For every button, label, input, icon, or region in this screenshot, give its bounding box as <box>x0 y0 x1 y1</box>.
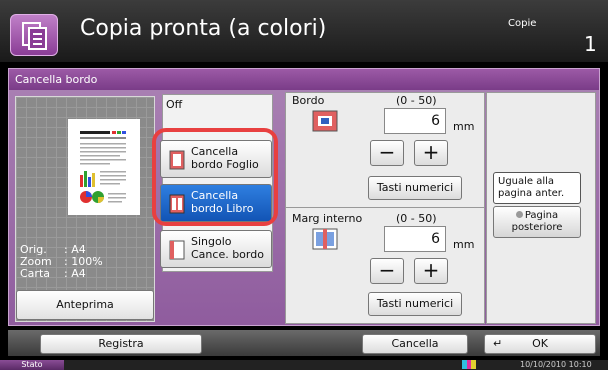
margine-value-field[interactable]: 6 <box>384 226 446 252</box>
ok-label: OK <box>532 337 548 350</box>
register-button[interactable]: Registra <box>40 334 202 354</box>
inner-margin-icon <box>312 228 338 253</box>
bordo-plus-button[interactable]: + <box>414 140 448 166</box>
highlight-ring <box>152 128 278 226</box>
screen: Copia pronta (a colori) Copie 1 Cancella… <box>0 0 608 370</box>
margine-plus-button[interactable]: + <box>414 258 448 284</box>
section-title-bar: Cancella bordo <box>8 68 600 90</box>
bordo-label: Bordo <box>292 94 325 107</box>
border-icon <box>312 110 338 135</box>
page-title: Copia pronta (a colori) <box>80 16 327 41</box>
status-bar <box>0 360 608 370</box>
bordo-range: (0 - 50) <box>396 94 437 107</box>
option-off[interactable]: Off <box>166 98 182 111</box>
ok-button[interactable]: ↵ OK <box>484 334 596 354</box>
bordo-minus-button[interactable]: − <box>370 140 404 166</box>
datetime: 10/10/2010 10:10 <box>520 360 592 369</box>
status-button[interactable]: Stato <box>0 360 64 370</box>
margine-unit: mm <box>453 238 475 251</box>
preview-info: Orig.: A4 Zoom: 100% Carta : A4 <box>16 243 154 280</box>
margine-label: Marg interno <box>292 212 363 225</box>
preview-pane: Orig.: A4 Zoom: 100% Carta : A4 <box>15 96 155 322</box>
back-page-option[interactable]: Pagina posteriore <box>493 206 581 238</box>
margine-keypad-button[interactable]: Tasti numerici <box>368 292 462 316</box>
info-row-paper: Carta : A4 <box>16 267 154 280</box>
option-label: Singolo Cance. bordo <box>191 235 264 261</box>
option-single-edge-erase[interactable]: Singolo Cance. bordo <box>160 230 272 268</box>
bordo-keypad-button[interactable]: Tasti numerici <box>368 176 462 200</box>
header: Copia pronta (a colori) Copie 1 <box>0 0 608 62</box>
same-as-front-option[interactable]: Uguale alla pagina anter. <box>493 172 581 204</box>
single-edge-icon <box>169 240 185 260</box>
enter-icon: ↵ <box>493 337 503 350</box>
cancel-button[interactable]: Cancella <box>362 334 468 354</box>
copies-label: Copie <box>508 18 537 29</box>
info-row-original: Orig.: A4 <box>16 243 154 256</box>
radio-icon <box>515 211 523 218</box>
copy-icon <box>10 14 58 56</box>
info-row-zoom: Zoom: 100% <box>16 255 154 268</box>
info-key: Carta <box>20 267 50 280</box>
info-value: : A4 <box>64 267 86 280</box>
preview-button[interactable]: Anteprima <box>16 290 154 320</box>
document-thumbnail <box>68 119 140 215</box>
bordo-unit: mm <box>453 120 475 133</box>
toner-level-icon <box>462 360 480 369</box>
margine-range: (0 - 50) <box>396 212 437 225</box>
bordo-value-field[interactable]: 6 <box>384 108 446 134</box>
section-title: Cancella bordo <box>15 73 98 86</box>
copies-count: 1 <box>584 32 597 56</box>
panel-divider <box>286 207 484 208</box>
margine-minus-button[interactable]: − <box>370 258 404 284</box>
